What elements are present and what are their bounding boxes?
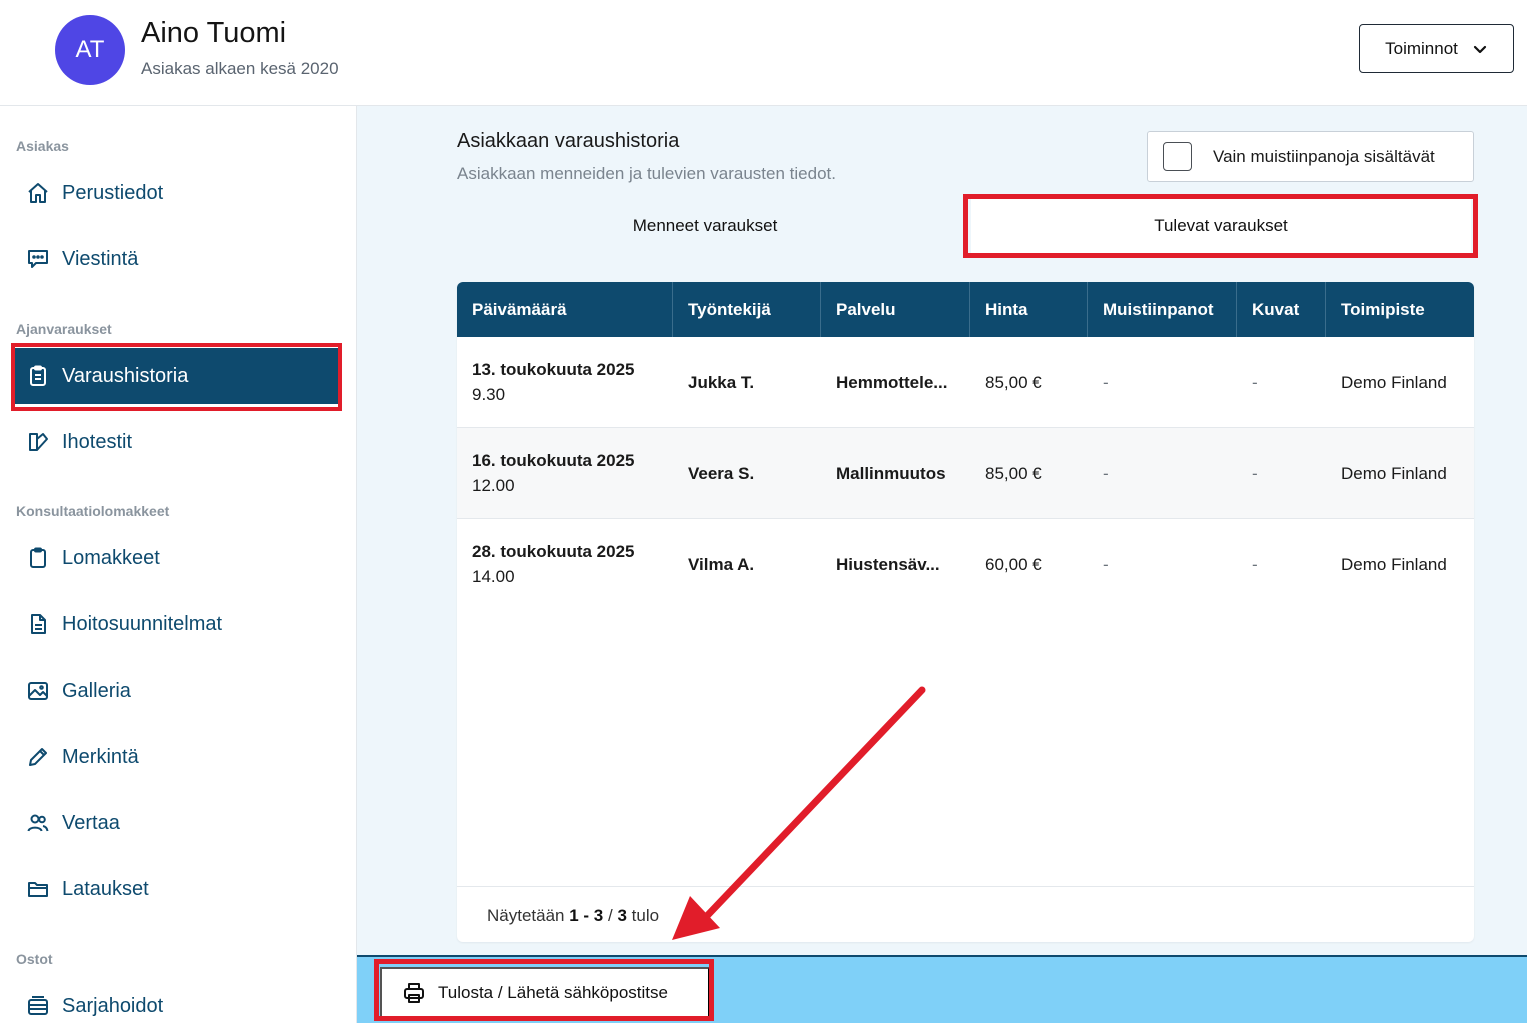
notes-only-label: Vain muistiinpanoja sisältävät [1213, 146, 1435, 166]
document-icon [31, 614, 46, 634]
pencil-icon [29, 748, 47, 766]
cell-service: Hiustensäv... [836, 554, 940, 574]
customer-name: Aino Tuomi [141, 17, 287, 49]
cell-employee: Vilma A. [688, 554, 755, 574]
tab-past-bookings[interactable]: Menneet varaukset [457, 198, 953, 254]
sidebar-item-label: Lataukset [62, 877, 149, 900]
bookings-table: Päivämäärä Työntekijä Palvelu Hinta Muis… [457, 282, 1474, 942]
column-header-service: Palvelu [821, 282, 970, 337]
sidebar-section-customer: Asiakas [16, 138, 69, 154]
pagination-info: Näytetään 1 - 3 / 3 tulo [487, 906, 659, 926]
chevron-down-icon [1473, 45, 1486, 53]
page-title: Asiakkaan varaushistoria [457, 130, 680, 152]
sidebar: Asiakas Perustiedot Viestintä Ajanvarauk… [0, 106, 357, 1023]
sidebar-item-communication[interactable]: Viestintä [14, 231, 340, 287]
sidebar-item-label: Viestintä [62, 247, 139, 270]
highlight-box-booking-history [11, 343, 342, 411]
cell-location: Demo Finland [1341, 554, 1447, 574]
booking-date: 28. toukokuuta 2025 [472, 542, 635, 561]
actions-dropdown-button[interactable]: Toiminnot [1359, 24, 1514, 73]
pagination-total: 3 [617, 906, 627, 925]
column-header-location: Toimipiste [1341, 299, 1425, 319]
cell-date: 28. toukokuuta 2025 14.00 [457, 519, 673, 610]
sidebar-section-consultation-forms: Konsultaatiolomakkeet [16, 503, 170, 519]
highlight-box-print-button [374, 959, 714, 1021]
users-icon [27, 814, 49, 832]
booking-time: 14.00 [472, 567, 515, 586]
cell-images: - [1252, 463, 1258, 483]
pagination-separator: / [608, 906, 613, 925]
cell-notes: - [1103, 554, 1109, 574]
cell-notes: - [1103, 372, 1109, 392]
table-row[interactable]: 13. toukokuuta 2025 9.30 Jukka T. Hemmot… [457, 337, 1474, 428]
sidebar-item-label: Ihotestit [62, 430, 133, 453]
customer-since: Asiakas alkaen kesä 2020 [141, 59, 339, 78]
sidebar-item-label: Sarjahoidot [62, 994, 164, 1017]
sidebar-item-label: Merkintä [62, 745, 139, 768]
booking-time: 9.30 [472, 385, 506, 404]
sidebar-item-label: Vertaa [62, 811, 120, 834]
skin-test-icon [29, 433, 48, 451]
cell-location: Demo Finland [1341, 463, 1447, 483]
sidebar-item-downloads[interactable]: Lataukset [14, 861, 340, 917]
notes-only-checkbox[interactable] [1163, 142, 1192, 171]
sidebar-item-forms[interactable]: Lomakkeet [14, 530, 340, 586]
stack-icon [28, 996, 48, 1015]
sidebar-item-skin-tests[interactable]: Ihotestit [14, 414, 340, 470]
column-header-date: Päivämäärä [457, 282, 673, 337]
cell-service: Hemmottele... [836, 372, 948, 392]
avatar: AT [55, 15, 125, 85]
sidebar-item-label: Perustiedot [62, 181, 164, 204]
booking-date: 13. toukokuuta 2025 [472, 360, 635, 379]
pagination-range: 1 - 3 [569, 906, 604, 925]
cell-date: 13. toukokuuta 2025 9.30 [457, 337, 673, 428]
sidebar-item-gallery[interactable]: Galleria [14, 663, 340, 719]
sidebar-item-annotation[interactable]: Merkintä [14, 729, 340, 785]
sidebar-item-treatment-plans[interactable]: Hoitosuunnitelmat [14, 596, 340, 652]
customer-header: AT Aino Tuomi Asiakas alkaen kesä 2020 T… [0, 0, 1527, 106]
cell-price: 60,00 € [985, 554, 1042, 574]
sidebar-section-appointments: Ajanvaraukset [16, 321, 112, 337]
home-icon [28, 183, 48, 203]
sidebar-item-label: Galleria [62, 679, 131, 702]
column-header-price: Hinta [970, 282, 1088, 337]
cell-notes: - [1103, 463, 1109, 483]
cell-location: Demo Finland [1341, 372, 1447, 392]
pagination-suffix: tulo [631, 906, 660, 925]
pagination-prefix: Näytetään [487, 906, 565, 925]
sidebar-item-label: Hoitosuunnitelmat [62, 612, 223, 635]
sidebar-item-basic-info[interactable]: Perustiedot [14, 165, 340, 221]
cell-service: Mallinmuutos [836, 463, 946, 483]
table-row[interactable]: 28. toukokuuta 2025 14.00 Vilma A. Hiust… [457, 519, 1474, 610]
table-header: Päivämäärä Työntekijä Palvelu Hinta Muis… [457, 282, 1474, 337]
column-header-notes: Muistiinpanot [1088, 282, 1237, 337]
highlight-box-upcoming-tab [963, 194, 1478, 258]
column-header-images: Kuvat [1237, 282, 1326, 337]
chat-icon [28, 250, 48, 268]
cell-images: - [1252, 372, 1258, 392]
cell-date: 16. toukokuuta 2025 12.00 [457, 428, 673, 519]
image-icon [28, 682, 48, 700]
cell-employee: Jukka T. [688, 372, 755, 392]
notes-only-filter[interactable]: Vain muistiinpanoja sisältävät [1147, 131, 1474, 182]
cell-employee: Veera S. [688, 463, 755, 483]
page-subtitle: Asiakkaan menneiden ja tulevien varauste… [457, 164, 836, 183]
main-content: Asiakkaan varaushistoria Asiakkaan menne… [357, 106, 1527, 955]
cell-price: 85,00 € [985, 372, 1042, 392]
cell-price: 85,00 € [985, 463, 1042, 483]
table-footer-divider [457, 886, 1474, 887]
folder-icon [28, 882, 48, 897]
sidebar-item-compare[interactable]: Vertaa [14, 795, 340, 851]
sidebar-item-series-treatments[interactable]: Sarjahoidot [14, 978, 340, 1023]
booking-time: 12.00 [472, 476, 515, 495]
column-header-employee: Työntekijä [673, 282, 821, 337]
booking-date: 16. toukokuuta 2025 [472, 451, 635, 470]
actions-label: Toiminnot [1385, 38, 1458, 58]
clipboard-icon [30, 547, 46, 568]
cell-images: - [1252, 554, 1258, 574]
sidebar-section-purchases: Ostot [16, 951, 53, 967]
sidebar-item-label: Lomakkeet [62, 546, 160, 569]
table-row[interactable]: 16. toukokuuta 2025 12.00 Veera S. Malli… [457, 428, 1474, 519]
